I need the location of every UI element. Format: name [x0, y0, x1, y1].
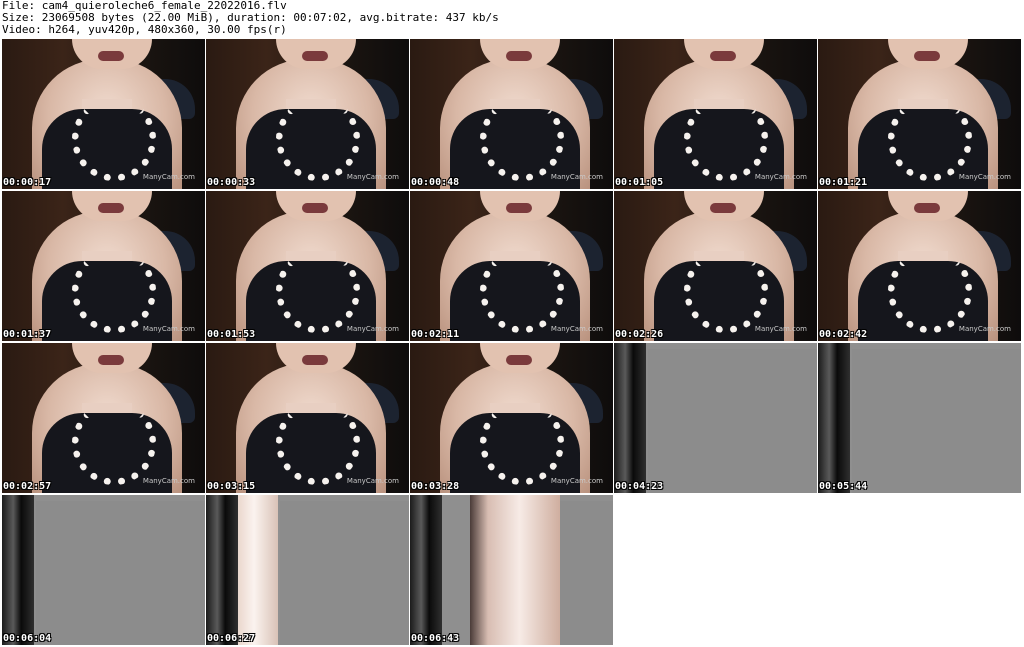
video-info-header: File: cam4_quieroleche6_female_22022016.… — [2, 0, 499, 36]
timestamp-label: 00:01:37 — [3, 329, 52, 340]
timestamp-label: 00:06:27 — [207, 633, 256, 644]
video-thumbnail[interactable]: 00:06:04 — [2, 495, 205, 645]
watermark-text: ManyCam.com — [550, 173, 603, 181]
video-thumbnail[interactable]: ManyCam.com 00:01:21 — [818, 39, 1021, 189]
video-thumbnail[interactable]: ManyCam.com 00:00:48 — [410, 39, 613, 189]
timestamp-label: 00:02:26 — [615, 329, 664, 340]
timestamp-label: 00:02:11 — [411, 329, 460, 340]
watermark-text: ManyCam.com — [958, 173, 1011, 181]
timestamp-label: 00:00:48 — [411, 177, 460, 188]
timestamp-label: 00:01:21 — [819, 177, 868, 188]
video-thumbnail[interactable]: ManyCam.com 00:03:28 — [410, 343, 613, 493]
timestamp-label: 00:00:17 — [3, 177, 52, 188]
video-thumbnail[interactable]: ManyCam.com 00:02:26 — [614, 191, 817, 341]
timestamp-label: 00:01:05 — [615, 177, 664, 188]
watermark-text: ManyCam.com — [346, 477, 399, 485]
video-thumbnail[interactable]: 00:06:43 — [410, 495, 613, 645]
watermark-text: ManyCam.com — [958, 325, 1011, 333]
video-thumbnail[interactable]: ManyCam.com 00:02:11 — [410, 191, 613, 341]
watermark-text: ManyCam.com — [142, 477, 195, 485]
timestamp-label: 00:03:15 — [207, 481, 256, 492]
video-thumbnail[interactable]: ManyCam.com 00:02:42 — [818, 191, 1021, 341]
watermark-text: ManyCam.com — [754, 173, 807, 181]
timestamp-label: 00:02:42 — [819, 329, 868, 340]
video-thumbnail[interactable]: 00:04:23 — [614, 343, 817, 493]
watermark-text: ManyCam.com — [142, 173, 195, 181]
video-format-line: Video: h264, yuv420p, 480x360, 30.00 fps… — [2, 23, 287, 36]
video-thumbnail[interactable]: 00:06:27 — [206, 495, 409, 645]
watermark-text: ManyCam.com — [754, 325, 807, 333]
timestamp-label: 00:01:53 — [207, 329, 256, 340]
watermark-text: ManyCam.com — [142, 325, 195, 333]
video-thumbnail[interactable]: ManyCam.com 00:01:53 — [206, 191, 409, 341]
timestamp-label: 00:02:57 — [3, 481, 52, 492]
watermark-text: ManyCam.com — [346, 325, 399, 333]
watermark-text: ManyCam.com — [550, 325, 603, 333]
video-thumbnail[interactable]: 00:05:44 — [818, 343, 1021, 493]
video-thumbnail[interactable]: ManyCam.com 00:01:37 — [2, 191, 205, 341]
video-thumbnail[interactable]: ManyCam.com 00:00:33 — [206, 39, 409, 189]
video-thumbnail[interactable]: ManyCam.com 00:01:05 — [614, 39, 817, 189]
timestamp-label: 00:05:44 — [819, 481, 868, 492]
watermark-text: ManyCam.com — [346, 173, 399, 181]
video-thumbnail[interactable]: ManyCam.com 00:03:15 — [206, 343, 409, 493]
timestamp-label: 00:03:28 — [411, 481, 460, 492]
timestamp-label: 00:06:43 — [411, 633, 460, 644]
watermark-text: ManyCam.com — [550, 477, 603, 485]
video-thumbnail[interactable]: ManyCam.com 00:00:17 — [2, 39, 205, 189]
timestamp-label: 00:00:33 — [207, 177, 256, 188]
timestamp-label: 00:04:23 — [615, 481, 664, 492]
video-thumbnail[interactable]: ManyCam.com 00:02:57 — [2, 343, 205, 493]
timestamp-label: 00:06:04 — [3, 633, 52, 644]
